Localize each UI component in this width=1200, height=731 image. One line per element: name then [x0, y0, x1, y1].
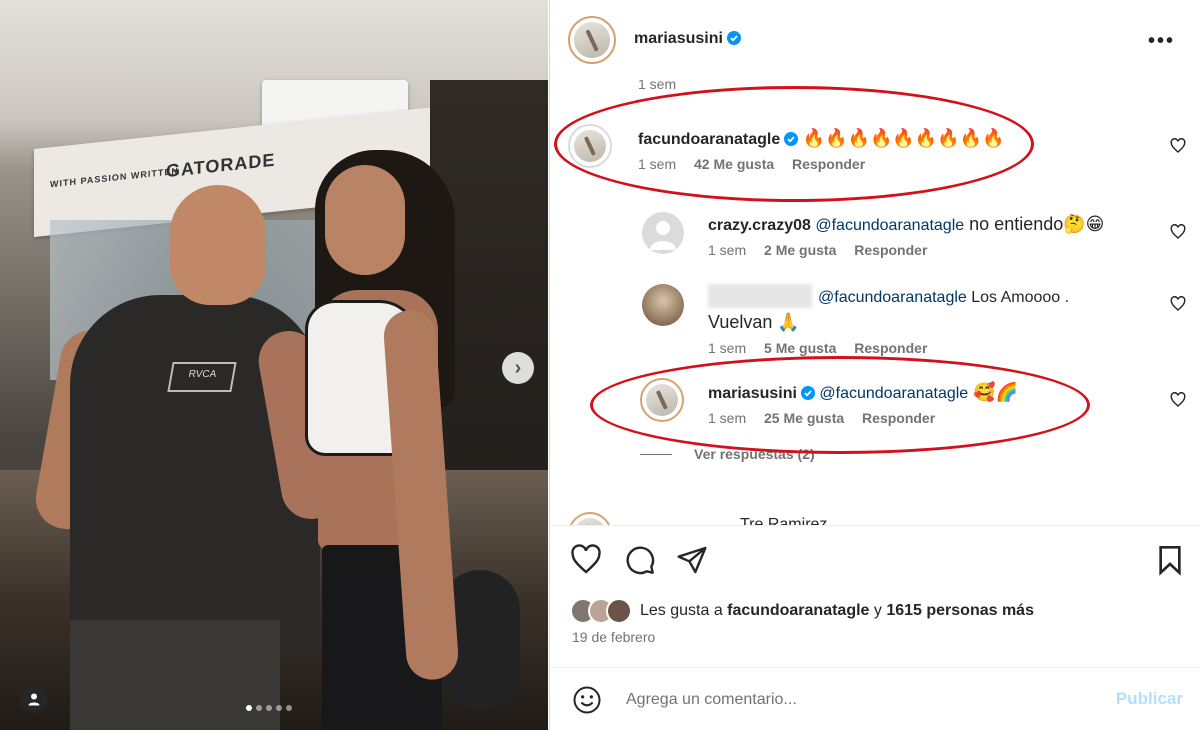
commenter-avatar[interactable] — [642, 284, 684, 326]
reply-text: Los Amoooo . — [966, 289, 1070, 306]
reply-button[interactable]: Responder — [854, 340, 927, 356]
chevron-right-icon: › — [514, 356, 522, 379]
highlight-ellipse — [590, 356, 1090, 454]
post-actions: Les gusta a facundoaranatagle y 1615 per… — [550, 526, 1200, 666]
carousel-next-button[interactable]: › — [502, 352, 534, 384]
author-avatar[interactable] — [568, 16, 616, 64]
reply-text: no entiendo🤔😁 — [964, 214, 1105, 234]
comment-reply: @facundoaranatagle Los Amoooo . Vuelvan … — [708, 284, 1168, 356]
likes-user-link[interactable]: facundoaranatagle — [727, 602, 869, 619]
previous-comment-time: 1 sem — [638, 80, 677, 92]
save-bookmark-icon[interactable] — [1154, 544, 1186, 576]
reply-button[interactable]: Responder — [854, 242, 927, 258]
like-comment-heart-icon[interactable] — [1170, 224, 1186, 240]
carousel-dot — [286, 705, 292, 711]
user-icon — [28, 693, 40, 706]
reply-likes[interactable]: 2 Me gusta — [764, 242, 836, 258]
comment-reply: crazy.crazy08 @facundoaranatagle no enti… — [708, 212, 1168, 258]
post-header: mariasusini ••• — [550, 0, 1200, 80]
likes-mid: y — [869, 602, 887, 619]
like-heart-icon[interactable] — [570, 544, 602, 576]
post-date[interactable]: 19 de febrero — [572, 629, 655, 645]
man-pants — [70, 620, 280, 730]
verified-badge-icon — [726, 31, 741, 45]
blurred-username — [708, 284, 812, 308]
share-send-icon[interactable] — [676, 544, 708, 576]
likes-prefix: Les gusta a — [640, 602, 728, 619]
reply-mention[interactable]: @facundoaranatagle — [815, 217, 964, 234]
carousel-dot — [256, 705, 262, 711]
post-image[interactable]: WITH PASSION WRITTEN GATORADE RVCA › — [0, 0, 548, 730]
comments-list: 1 sem facundoaranatagle 🔥🔥🔥🔥🔥🔥🔥🔥🔥 1 sem … — [550, 80, 1200, 525]
shirt-logo: RVCA — [167, 362, 237, 392]
like-comment-heart-icon[interactable] — [1170, 138, 1186, 154]
commenter-avatar[interactable] — [568, 512, 612, 525]
carousel-dot — [246, 705, 252, 711]
woman-head — [325, 165, 405, 275]
reply-username[interactable]: crazy.crazy08 — [708, 217, 811, 234]
publish-button[interactable]: Publicar — [1116, 689, 1183, 709]
likes-count-link[interactable]: 1615 personas más — [886, 602, 1034, 619]
highlight-ellipse — [554, 86, 1034, 202]
commenter-avatar[interactable] — [642, 212, 684, 254]
post-panel: mariasusini ••• 1 sem facundoaranatagle … — [549, 0, 1200, 730]
comment-input[interactable] — [624, 686, 1098, 714]
banner-text: GATORADE — [166, 149, 276, 182]
reply-mention[interactable]: @facundoaranatagle — [818, 289, 967, 306]
reply-time[interactable]: 1 sem — [708, 242, 746, 258]
reply-likes[interactable]: 5 Me gusta — [764, 340, 836, 356]
tagged-users-button[interactable] — [20, 685, 48, 713]
carousel-dots — [246, 705, 292, 711]
comment-bubble-icon[interactable] — [624, 544, 656, 576]
emoji-smiley-icon[interactable] — [572, 685, 602, 715]
reply-time[interactable]: 1 sem — [708, 340, 746, 356]
author-username[interactable]: mariasusini — [634, 30, 723, 47]
carousel-dot — [276, 705, 282, 711]
banner-small-text: WITH PASSION WRITTEN — [50, 165, 179, 190]
liker-avatar[interactable] — [606, 598, 632, 624]
like-comment-heart-icon[interactable] — [1170, 296, 1186, 312]
reply-text-line2: Vuelvan 🙏 — [708, 312, 800, 332]
more-options-icon[interactable]: ••• — [1148, 30, 1175, 53]
carousel-dot — [266, 705, 272, 711]
likes-summary: Les gusta a facundoaranatagle y 1615 per… — [570, 598, 1034, 624]
like-comment-heart-icon[interactable] — [1170, 392, 1186, 408]
partial-comment-text: Tre Ramirez — [740, 516, 828, 525]
default-user-icon — [650, 221, 676, 250]
add-comment-bar: Publicar — [550, 667, 1200, 731]
man-head — [170, 185, 266, 305]
